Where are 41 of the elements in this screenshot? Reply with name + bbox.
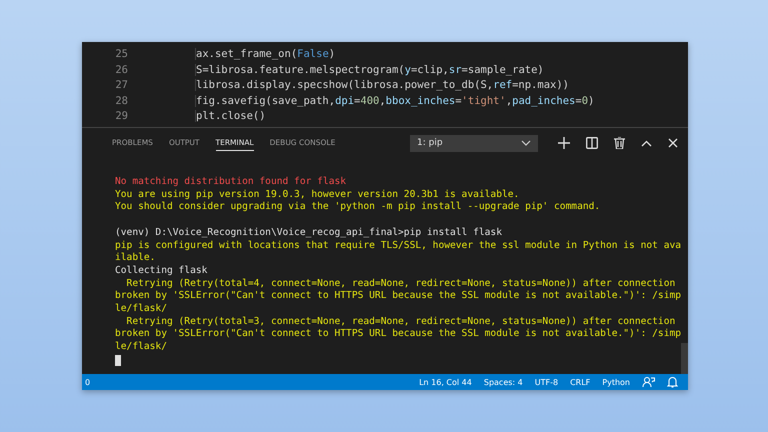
line-number: 27 bbox=[114, 79, 128, 92]
text-cursor bbox=[115, 354, 121, 366]
code-line: librosa.display.specshow(librosa.power_to_db(S,ref=np.max)) bbox=[195, 79, 569, 92]
close-icon[interactable] bbox=[668, 138, 678, 148]
terminal-line: ilable. bbox=[115, 252, 156, 265]
problems-count[interactable]: 0 bbox=[85, 378, 90, 386]
status-item[interactable]: CRLF bbox=[570, 378, 590, 386]
terminal-line: pip is configured with locations that require TLS/SSL, however the ssl module in Python is not ava bbox=[115, 240, 682, 252]
code-line: ax.set_frame_on(False) bbox=[195, 48, 336, 60]
terminal-line: You should consider upgrading via the 'python -m pip install --upgrade pip' command. bbox=[115, 201, 602, 214]
line-number: 26 bbox=[114, 64, 128, 76]
terminal-line: le/flask/ bbox=[115, 341, 168, 354]
code-line: fig.savefig(save_path,dpi=400,bbox_inches='tight',pad_inches=0) bbox=[195, 94, 594, 107]
terminal-line: broken by 'SSLError("Can't connect to HTTPS URL because the SSL module is not available.")': /simp bbox=[115, 328, 682, 342]
status-item[interactable]: Ln 16, Col 44 bbox=[419, 378, 472, 386]
terminal-dropdown[interactable]: 1: pip bbox=[410, 134, 538, 152]
bell-icon[interactable] bbox=[667, 376, 678, 388]
status-item[interactable]: Spaces: 4 bbox=[484, 378, 523, 386]
code-line: plt.close() bbox=[195, 110, 266, 122]
trash-icon[interactable] bbox=[614, 137, 625, 149]
line-number: 29 bbox=[114, 110, 128, 122]
status-item[interactable]: UTF-8 bbox=[534, 378, 558, 386]
terminal-line: You are using pip version 19.0.3, however version 20.3b1 is available. bbox=[115, 188, 520, 202]
terminal-line: (venv) D:\Voice_Recognition\Voice_recog_api_final>pip install flask bbox=[115, 226, 503, 240]
terminal-line: le/flask/ bbox=[115, 303, 168, 316]
scrollbar[interactable] bbox=[681, 343, 688, 374]
code-line: S=librosa.feature.melspectrogram(y=clip,sr=sample_rate) bbox=[195, 64, 544, 76]
terminal-line: Retrying (Retry(total=4, connect=None, read=None, redirect=None, status=None)) after connection bbox=[126, 278, 676, 290]
plus-icon[interactable] bbox=[558, 137, 570, 149]
terminal-line: Retrying (Retry(total=3, connect=None, read=None, redirect=None, status=None)) after connection bbox=[126, 316, 676, 328]
chevron-up-icon[interactable] bbox=[641, 140, 652, 146]
status-item[interactable]: Python bbox=[602, 378, 630, 386]
terminal-line: No matching distribution found for flask bbox=[115, 176, 348, 189]
terminal-line: broken by 'SSLError("Can't connect to HTTPS URL because the SSL module is not available.")': /simp bbox=[115, 290, 682, 304]
dropdown-value: 1: pip bbox=[417, 138, 443, 148]
line-number: 25 bbox=[114, 48, 128, 60]
feedback-icon[interactable] bbox=[642, 376, 655, 388]
split-icon[interactable] bbox=[586, 137, 598, 149]
chevron-down-icon bbox=[521, 140, 531, 146]
line-number: 28 bbox=[114, 94, 128, 107]
terminal-line: Collecting flask bbox=[115, 264, 208, 278]
